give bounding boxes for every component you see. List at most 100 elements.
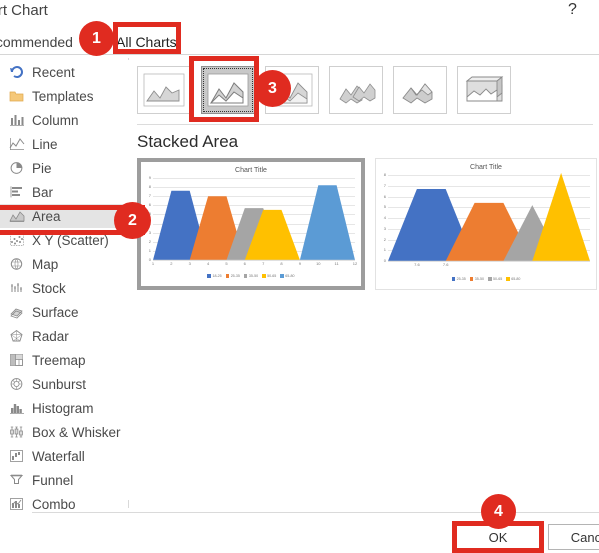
bar-icon bbox=[6, 183, 28, 201]
sidebar-item-x-y-scatter[interactable]: X Y (Scatter) bbox=[0, 228, 129, 252]
funnel-icon bbox=[6, 471, 28, 489]
chart-x-tick: 1 bbox=[151, 261, 155, 266]
chart-x-tick: 10 bbox=[316, 261, 321, 266]
chart-canvas: Chart Title 0 1 2 3 4 5 6 7 8 9 1 2 3 4 5 6 7 8 9 10 11 12 18-2… bbox=[141, 162, 361, 286]
sidebar-item-line[interactable]: Line bbox=[0, 132, 129, 156]
sunburst-icon bbox=[6, 375, 28, 393]
legend-label: 25-35 bbox=[230, 274, 240, 278]
histogram-icon bbox=[6, 399, 28, 417]
sidebar-item-box-whisker[interactable]: Box & Whisker bbox=[0, 420, 129, 444]
chart-type-icon-row bbox=[137, 58, 599, 125]
legend-label: 65-80 bbox=[511, 277, 521, 281]
legend-item: 50-65 bbox=[488, 277, 502, 281]
sidebar-item-stock[interactable]: Stock bbox=[0, 276, 129, 300]
chart-x-tick: 12 bbox=[352, 261, 358, 266]
treemap-icon bbox=[6, 351, 28, 369]
chart-x-tick: 4 bbox=[206, 261, 210, 266]
chart-x-tick: 3 bbox=[188, 261, 191, 266]
surface-icon bbox=[6, 303, 28, 321]
cancel-button[interactable]: Cancel bbox=[548, 524, 599, 550]
folder-icon bbox=[6, 87, 28, 105]
stacked-area-icon[interactable] bbox=[201, 66, 255, 114]
legend-label: 35-50 bbox=[248, 274, 259, 278]
sidebar-item-templates[interactable]: Templates bbox=[0, 84, 129, 108]
scatter-icon bbox=[6, 231, 28, 249]
insert-chart-dialog: sert Chart ? Recommended All Charts Rece… bbox=[0, 0, 599, 553]
legend-item: 35-50 bbox=[243, 274, 259, 278]
legend-item: 65-80 bbox=[280, 274, 295, 278]
sidebar-item-label: Line bbox=[32, 136, 58, 152]
help-icon[interactable]: ? bbox=[568, 1, 577, 19]
sidebar-item-pie[interactable]: Pie bbox=[0, 156, 129, 180]
ok-button[interactable]: OK bbox=[455, 524, 541, 550]
area-icon bbox=[6, 207, 28, 225]
sidebar-item-radar[interactable]: Radar bbox=[0, 324, 129, 348]
legend-item: 25-35 bbox=[225, 274, 240, 278]
sidebar-item-label: Stock bbox=[32, 280, 66, 296]
100-percent-stacked-area-icon[interactable] bbox=[265, 66, 319, 114]
sidebar-item-map[interactable]: Map bbox=[0, 252, 129, 276]
sidebar-item-label: Histogram bbox=[32, 400, 94, 416]
sidebar-item-label: Templates bbox=[32, 88, 94, 104]
3d-100-percent-stacked-area-icon[interactable] bbox=[457, 66, 511, 114]
legend-label: 18-25 bbox=[212, 274, 222, 278]
legend-swatch bbox=[225, 274, 230, 278]
sidebar-item-label: Waterfall bbox=[32, 448, 85, 464]
sidebar-item-surface[interactable]: Surface bbox=[0, 300, 129, 324]
chart-category-sidebar: Recent Templates Column Line Pie Bar Area X Y (… bbox=[0, 60, 129, 512]
sidebar-item-label: Pie bbox=[32, 160, 52, 176]
stock-icon bbox=[6, 279, 28, 297]
sidebar-item-treemap[interactable]: Treemap bbox=[0, 348, 129, 372]
legend-item: 65-80 bbox=[506, 277, 520, 281]
boxwhisker-icon bbox=[6, 423, 28, 441]
chart-canvas: Chart Title 0 1 2 3 4 5 6 7 8 7.6 7.6 25-35 35-50 50-6… bbox=[376, 159, 596, 289]
chart-preview-2[interactable]: Chart Title 0 1 2 3 4 5 6 7 8 7.6 7.6 25-35 35-50 50-6… bbox=[375, 158, 597, 290]
chart-x-tick: 7.6 bbox=[442, 262, 449, 267]
tab-all-charts[interactable]: All Charts bbox=[116, 28, 177, 56]
sidebar-item-label: X Y (Scatter) bbox=[32, 232, 109, 248]
sidebar-item-column[interactable]: Column bbox=[0, 108, 129, 132]
chart-preview-1[interactable]: Chart Title 0 1 2 3 4 5 6 7 8 9 1 2 3 4 5 6 7 8 9 10 11 12 18-2… bbox=[137, 158, 365, 290]
legend-label: 50-65 bbox=[267, 274, 277, 278]
tab-strip: Recommended All Charts bbox=[0, 28, 599, 56]
sidebar-item-histogram[interactable]: Histogram bbox=[0, 396, 129, 420]
sidebar-item-recent[interactable]: Recent bbox=[0, 60, 129, 84]
legend-label: 65-80 bbox=[285, 274, 295, 278]
tab-recommended-charts[interactable]: Recommended bbox=[0, 28, 73, 56]
map-icon bbox=[6, 255, 28, 273]
legend-swatch bbox=[243, 274, 248, 278]
chart-x-tick: 11 bbox=[334, 261, 339, 266]
sidebar-item-label: Recent bbox=[32, 64, 75, 80]
sidebar-item-label: Bar bbox=[32, 184, 54, 200]
3d-area-icon[interactable] bbox=[329, 66, 383, 114]
sidebar-item-label: Radar bbox=[32, 328, 69, 344]
dialog-title: sert Chart bbox=[0, 2, 48, 19]
sidebar-item-waterfall[interactable]: Waterfall bbox=[0, 444, 129, 468]
legend-item: 25-35 bbox=[451, 277, 466, 281]
sidebar-item-label: Treemap bbox=[32, 352, 86, 368]
chart-x-tick: 2 bbox=[170, 261, 173, 266]
footer-divider bbox=[32, 512, 599, 513]
legend-swatch bbox=[280, 274, 284, 278]
title-bar: sert Chart ? bbox=[0, 0, 599, 28]
section-heading: Stacked Area bbox=[137, 132, 239, 151]
sidebar-item-sunburst[interactable]: Sunburst bbox=[0, 372, 129, 396]
sidebar-item-area[interactable]: Area bbox=[0, 204, 129, 228]
sidebar-item-funnel[interactable]: Funnel bbox=[0, 468, 129, 492]
legend-item: 50-65 bbox=[262, 274, 276, 278]
chart-x-tick: 7.6 bbox=[414, 262, 420, 267]
tab-underline bbox=[0, 54, 599, 55]
radar-icon bbox=[6, 327, 28, 345]
3d-stacked-area-icon[interactable] bbox=[393, 66, 447, 114]
chart-legend: 25-35 35-50 50-65 65-80 bbox=[376, 277, 596, 281]
legend-swatch bbox=[488, 277, 492, 281]
sidebar-item-bar[interactable]: Bar bbox=[0, 180, 129, 204]
sidebar-item-label: Sunburst bbox=[32, 376, 87, 392]
area-icon[interactable] bbox=[137, 66, 191, 114]
waterfall-icon bbox=[6, 447, 28, 465]
line-icon bbox=[6, 135, 28, 153]
chart-x-tick: 6 bbox=[243, 261, 246, 266]
chart-x-tick: 7 bbox=[262, 261, 265, 266]
legend-swatch bbox=[506, 277, 510, 281]
chart-legend: 18-25 25-35 35-50 50-65 65-80 bbox=[141, 274, 361, 278]
